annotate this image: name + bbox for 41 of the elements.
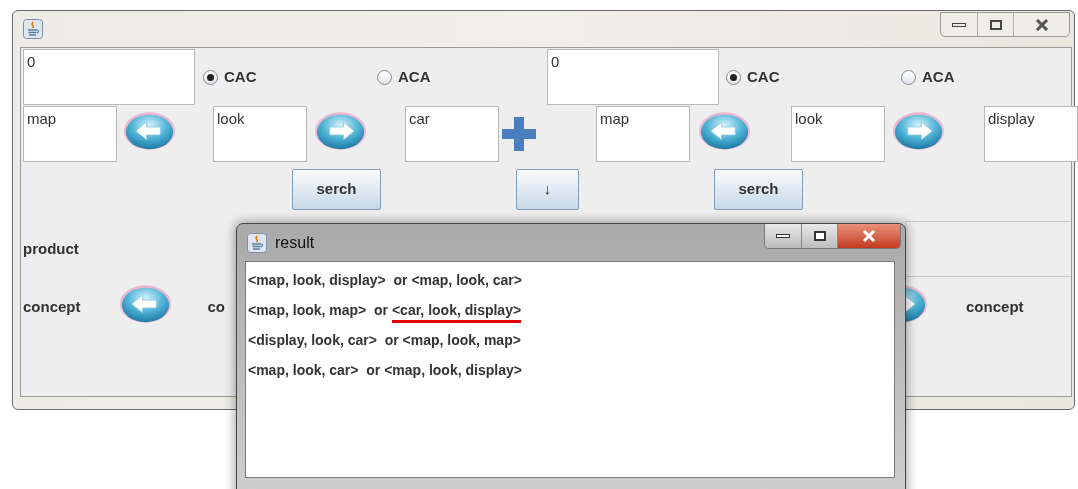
- close-icon: [1034, 18, 1049, 31]
- text-field[interactable]: look: [213, 106, 307, 162]
- radio-label: CAC: [747, 66, 780, 87]
- maximize-button[interactable]: [802, 224, 838, 248]
- right-arrow-button[interactable]: [314, 109, 367, 152]
- product-label: product: [23, 238, 79, 259]
- push-button[interactable]: serch: [714, 169, 803, 210]
- java-cup-icon: [247, 232, 267, 253]
- right-arrow-button[interactable]: [892, 109, 945, 152]
- dialog-title: result: [275, 232, 315, 253]
- text-field[interactable]: display: [984, 106, 1078, 162]
- radio-button[interactable]: [377, 69, 392, 85]
- text-field[interactable]: map: [23, 106, 117, 162]
- push-button[interactable]: ↓: [516, 169, 579, 210]
- push-button[interactable]: serch: [292, 169, 381, 210]
- left-arrow-button[interactable]: [123, 109, 176, 152]
- concept-label: concept: [966, 296, 1024, 317]
- concept-label: concept: [23, 296, 81, 317]
- left-arrow-button[interactable]: [118, 282, 172, 325]
- radio-label: ACA: [922, 66, 955, 87]
- radio-button[interactable]: [901, 69, 916, 85]
- text-field[interactable]: 0: [547, 49, 719, 105]
- text-field[interactable]: look: [791, 106, 885, 162]
- minimize-button[interactable]: [765, 224, 802, 248]
- concept-label: co: [207, 296, 226, 317]
- radio-label: CAC: [224, 66, 257, 87]
- text-field[interactable]: car: [405, 106, 499, 162]
- java-cup-icon: [23, 19, 43, 39]
- radio-button[interactable]: [726, 69, 741, 85]
- left-arrow-button[interactable]: [698, 109, 751, 152]
- result-line: <display, look, car> or <map, look, map>: [248, 331, 521, 350]
- result-line: <map, look, map> or <car, look, display>: [248, 297, 522, 327]
- text-field[interactable]: map: [596, 106, 690, 162]
- close-button[interactable]: [838, 224, 900, 248]
- text-field[interactable]: 0: [23, 49, 195, 105]
- result-line: <map, look, display> or <map, look, car>: [248, 271, 522, 290]
- plus-icon: [502, 117, 536, 151]
- close-icon: [862, 230, 876, 242]
- result-line: <map, look, car> or <map, look, display>: [248, 361, 522, 380]
- radio-button[interactable]: [203, 69, 218, 85]
- radio-label: ACA: [398, 66, 431, 87]
